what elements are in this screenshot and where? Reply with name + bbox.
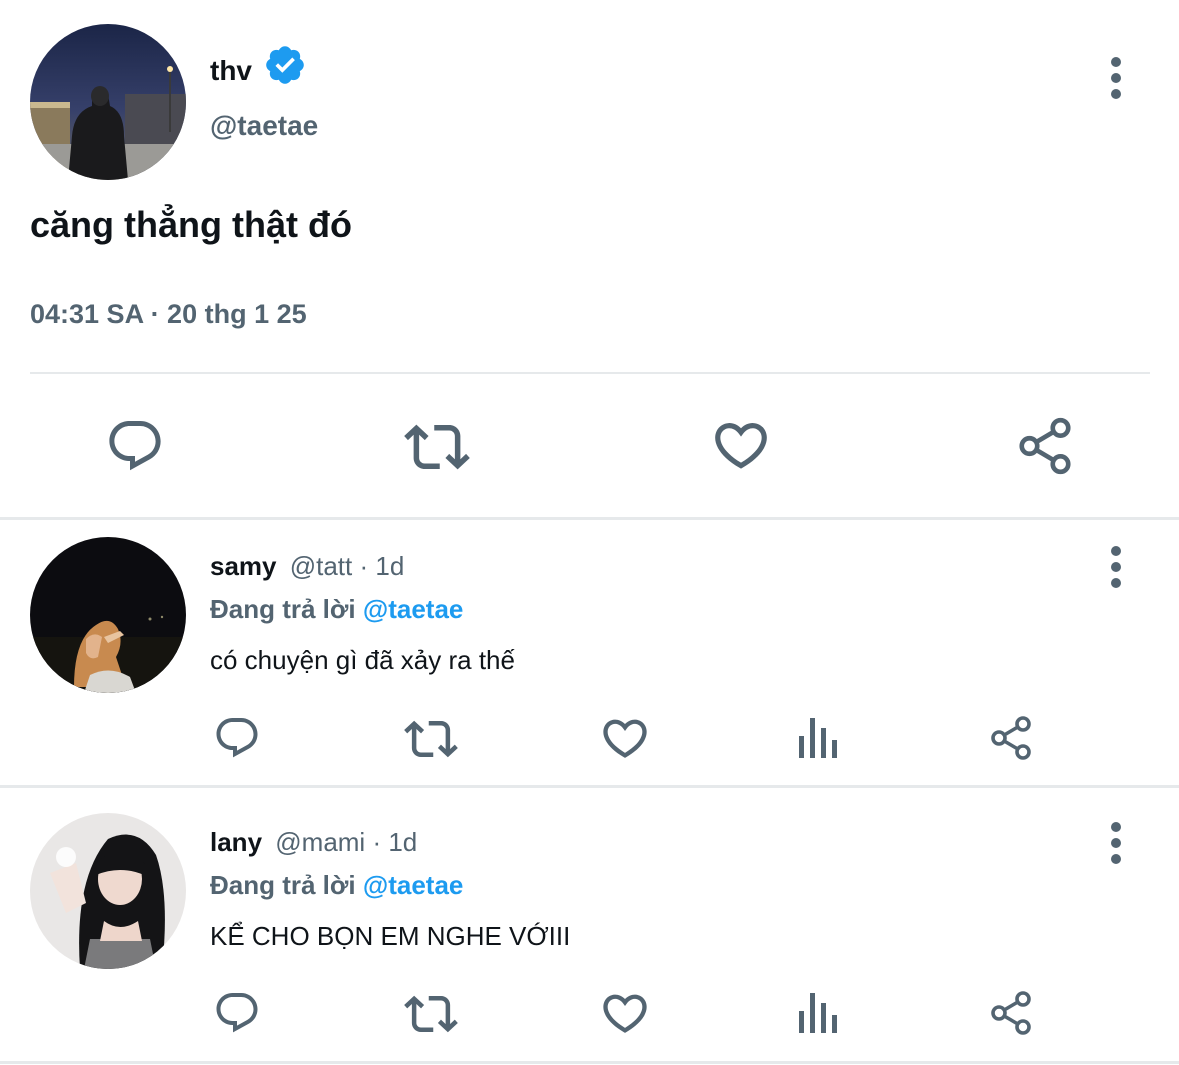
replying-to-line: Đang trả lời @taetae [210,870,463,900]
replying-to-mention[interactable]: @taetae [363,870,464,900]
more-options-icon[interactable] [1109,546,1123,594]
divider [0,785,1179,788]
replying-to-label: Đang trả lời [210,870,356,900]
more-options-icon[interactable] [1109,57,1123,105]
retweet-icon[interactable] [404,987,458,1041]
reply-icon[interactable] [213,989,261,1037]
author-name[interactable]: thv [210,54,252,88]
divider [30,372,1150,374]
author-handle[interactable]: @taetae [210,110,318,142]
more-options-icon[interactable] [1109,822,1123,870]
verified-badge-icon [263,43,307,87]
reply-icon[interactable] [213,714,261,762]
reply-header: lany @mami · 1d [210,827,417,857]
share-icon[interactable] [987,989,1035,1037]
reply-time[interactable]: · 1d [360,551,405,581]
views-icon[interactable] [797,714,841,760]
author-name[interactable]: samy [210,551,277,581]
like-icon[interactable] [599,712,651,764]
divider [0,1061,1179,1064]
author-handle[interactable]: @tatt [290,551,353,581]
author-name[interactable]: lany [210,827,262,857]
reply-header: samy @tatt · 1d [210,551,404,581]
replying-to-line: Đang trả lời @taetae [210,594,463,624]
share-icon[interactable] [987,714,1035,762]
views-icon[interactable] [797,989,841,1035]
replying-to-mention[interactable]: @taetae [363,594,464,624]
avatar[interactable] [30,813,186,969]
retweet-icon[interactable] [404,712,458,766]
tweet-text: căng thẳng thật đó [30,204,352,245]
reply-text: KỂ CHO BỌN EM NGHE VỚIII [210,921,571,951]
reply-text: có chuyện gì đã xảy ra thế [210,645,515,675]
avatar[interactable] [30,537,186,693]
like-icon[interactable] [710,414,772,476]
reply-time[interactable]: · 1d [372,827,417,857]
reply-icon[interactable] [105,416,165,476]
tweet-timestamp[interactable]: 04:31 SA · 20 thg 1 25 [30,298,307,330]
author-handle[interactable]: @mami [275,827,365,857]
share-icon[interactable] [1014,415,1076,477]
like-icon[interactable] [599,987,651,1039]
avatar[interactable] [30,24,186,180]
replying-to-label: Đang trả lời [210,594,356,624]
divider [0,517,1179,520]
retweet-icon[interactable] [404,414,470,480]
